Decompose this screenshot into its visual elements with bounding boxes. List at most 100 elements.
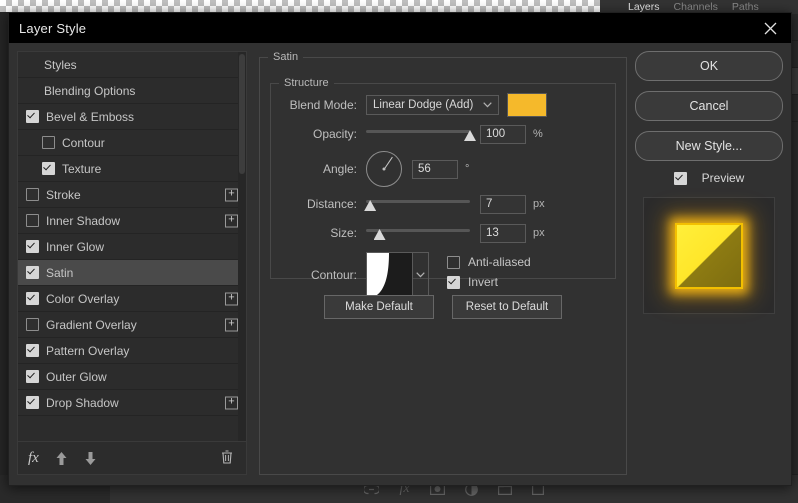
distance-input[interactable]: 7 [480, 194, 526, 214]
styles-list-item-label: Contour [62, 135, 105, 150]
styles-list-item-pattern-overlay[interactable]: Pattern Overlay [18, 338, 246, 364]
styles-list-item-gradient-overlay[interactable]: Gradient Overlay + [18, 312, 246, 338]
styles-list-item-label: Stroke [46, 187, 81, 202]
styles-list-item-label: Color Overlay [46, 291, 120, 306]
styles-list-item-label: Outer Glow [46, 369, 107, 384]
slider-track [366, 200, 470, 203]
blend-mode-label: Blend Mode: [289, 98, 357, 112]
slider-track [366, 130, 470, 133]
contour-preset-swatch[interactable] [366, 251, 413, 299]
satin-group-title: Satin [273, 51, 299, 63]
styles-list-item-stroke[interactable]: Stroke + [18, 182, 246, 208]
styles-list-item-contour[interactable]: Contour [18, 130, 246, 156]
invert-label: Invert [468, 275, 499, 289]
styles-list-item-inner-glow[interactable]: Inner Glow [18, 234, 246, 260]
angle-row: Angle: 56 ° [271, 150, 615, 188]
add-effect-icon[interactable]: + [225, 318, 238, 331]
size-row: Size: 13 px [271, 220, 615, 246]
ok-button[interactable]: OK [635, 51, 783, 81]
close-icon[interactable] [755, 13, 785, 43]
checkbox-box[interactable] [26, 188, 39, 201]
add-effect-icon[interactable]: + [225, 292, 238, 305]
styles-list-item-bevel-emboss[interactable]: Bevel & Emboss [18, 104, 246, 130]
angle-label: Angle: [322, 162, 357, 176]
blend-mode-select[interactable]: Linear Dodge (Add) [366, 95, 500, 115]
size-label: Size: [330, 226, 357, 240]
checkbox-box[interactable] [26, 396, 39, 409]
size-unit: px [533, 227, 545, 239]
slider-track [366, 229, 470, 232]
contour-dropdown-button[interactable] [413, 251, 429, 299]
scrollbar-thumb[interactable] [239, 54, 245, 174]
cancel-button[interactable]: Cancel [635, 91, 783, 121]
opacity-label: Opacity: [312, 127, 357, 141]
checkbox-box[interactable] [26, 240, 39, 253]
checkbox-box[interactable] [26, 318, 39, 331]
styles-list-item-satin[interactable]: Satin [18, 260, 246, 286]
style-preview-thumbnail [675, 222, 743, 289]
styles-list-item-drop-shadow[interactable]: Drop Shadow + [18, 390, 246, 416]
opacity-input[interactable]: 100 [480, 124, 526, 144]
styles-list-scrollbar[interactable] [238, 52, 246, 441]
styles-list-item-styles[interactable]: Styles [18, 52, 246, 78]
satin-settings-panel: Satin Structure Blend Mode: Linear Dodge… [259, 51, 627, 475]
add-effect-icon[interactable]: + [225, 396, 238, 409]
styles-list-item-label: Drop Shadow [46, 395, 119, 410]
structure-group: Structure Blend Mode: Linear Dodge (Add) [270, 77, 616, 299]
new-style-button[interactable]: New Style... [635, 131, 783, 161]
checkbox-box[interactable] [26, 292, 39, 305]
canvas-transparency-checker [0, 0, 600, 12]
reset-to-default-button[interactable]: Reset to Default [452, 295, 562, 319]
contour-row: Contour: Anti-aliased Invert [271, 249, 615, 301]
opacity-row: Opacity: 100 % [271, 121, 615, 147]
add-effect-icon[interactable]: + [225, 188, 238, 201]
add-effect-label: + [228, 395, 235, 408]
preview-checkbox[interactable]: Preview [635, 171, 783, 185]
styles-list-item-label: Inner Glow [46, 239, 105, 254]
arrow-down-icon[interactable] [84, 451, 97, 466]
contour-label: Contour: [310, 268, 357, 282]
checkbox-placeholder [26, 85, 37, 96]
checkbox-box[interactable] [26, 344, 39, 357]
checkbox-box[interactable] [42, 136, 55, 149]
distance-unit: px [533, 198, 545, 210]
checkbox-box[interactable] [42, 162, 55, 175]
styles-list-item-outer-glow[interactable]: Outer Glow [18, 364, 246, 390]
anti-aliased-label: Anti-aliased [468, 255, 531, 269]
styles-list-item-label: Pattern Overlay [46, 343, 130, 358]
add-effect-icon[interactable]: + [225, 214, 238, 227]
satin-group: Satin Structure Blend Mode: Linear Dodge… [259, 51, 627, 475]
styles-list-item-label: Gradient Overlay [46, 317, 137, 332]
blend-mode-value: Linear Dodge (Add) [373, 99, 474, 111]
make-default-button[interactable]: Make Default [324, 295, 434, 319]
checkbox-box[interactable] [26, 266, 39, 279]
satin-color-swatch[interactable] [507, 93, 548, 117]
angle-input[interactable]: 56 [412, 159, 458, 179]
styles-list-item-label: Satin [46, 265, 74, 280]
checkbox-box[interactable] [26, 370, 39, 383]
size-slider[interactable] [366, 225, 470, 241]
distance-row: Distance: 7 px [271, 191, 615, 217]
styles-list-item-color-overlay[interactable]: Color Overlay + [18, 286, 246, 312]
styles-list-item-label: Bevel & Emboss [46, 109, 135, 124]
opacity-slider[interactable] [366, 126, 476, 142]
angle-unit: ° [465, 163, 470, 175]
styles-list-item-blending-options[interactable]: Blending Options [18, 78, 246, 104]
size-input[interactable]: 13 [480, 223, 526, 243]
distance-slider[interactable] [364, 196, 470, 212]
invert-checkbox[interactable]: Invert [447, 275, 531, 289]
styles-list-item-label: Blending Options [44, 83, 136, 98]
add-effect-label: + [228, 291, 235, 304]
fx-icon[interactable]: fx [28, 450, 39, 467]
dialog-actions: OK Cancel New Style... Preview [635, 51, 783, 314]
chevron-down-icon [473, 100, 493, 110]
arrow-up-icon[interactable] [55, 451, 68, 466]
styles-list-item-inner-shadow[interactable]: Inner Shadow + [18, 208, 246, 234]
checkbox-box[interactable] [26, 110, 39, 123]
styles-list-item-texture[interactable]: Texture [18, 156, 246, 182]
trash-icon[interactable] [220, 449, 234, 468]
anti-aliased-checkbox[interactable]: Anti-aliased [447, 255, 531, 269]
checkbox-box [673, 171, 687, 185]
angle-dial[interactable] [366, 151, 402, 187]
checkbox-box[interactable] [26, 214, 39, 227]
